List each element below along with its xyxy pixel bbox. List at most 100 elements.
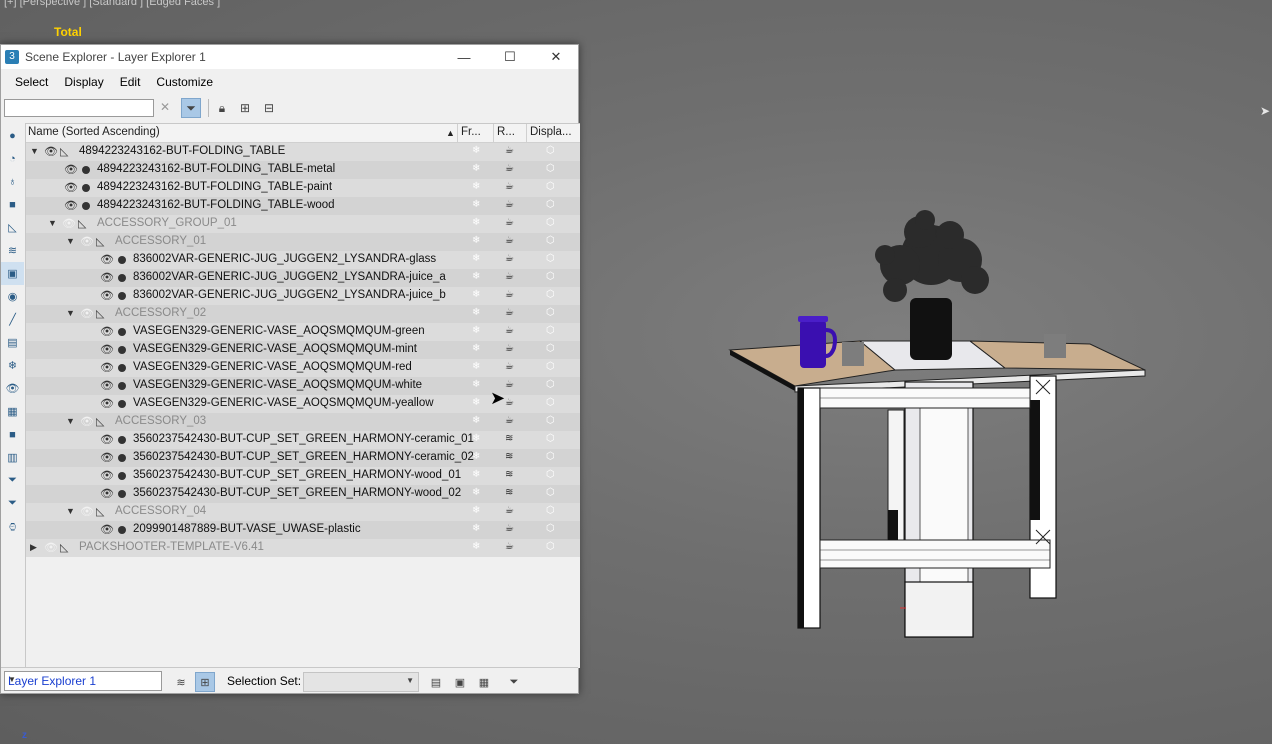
visibility-eye-icon[interactable]: 👁︎ <box>64 163 78 176</box>
tree-row[interactable]: 👁︎ 4894223243162-BUT-FOLDING_TABLE-paint ❄… <box>26 179 580 197</box>
freeze-snowflake-icon[interactable]: ❄ <box>472 433 480 444</box>
sort-by-hierarchy-icon[interactable]: ⊞ <box>195 672 215 692</box>
display-box-icon[interactable]: ⬡ <box>546 379 555 390</box>
display-box-icon[interactable]: ⬡ <box>546 199 555 210</box>
spacewarps-filter-icon[interactable]: ≋ <box>1 239 24 262</box>
render-teapot-icon[interactable]: ☕︎ <box>505 397 514 408</box>
visibility-eye-icon[interactable]: 👁︎ <box>64 199 78 212</box>
freeze-snowflake-icon[interactable]: ❄ <box>472 199 480 210</box>
freeze-snowflake-icon[interactable]: ❄ <box>472 217 480 228</box>
freeze-snowflake-icon[interactable]: ❄ <box>472 415 480 426</box>
expand-arrow-icon[interactable]: ▶ <box>30 542 37 553</box>
render-teapot-icon[interactable]: ☕︎ <box>505 505 514 516</box>
visibility-eye-icon[interactable]: 👁︎ <box>80 505 94 518</box>
visibility-eye-icon[interactable]: 👁︎ <box>44 541 58 554</box>
cameras-filter-icon[interactable]: ■ <box>1 193 24 216</box>
visibility-eye-icon[interactable]: 👁︎ <box>100 343 114 356</box>
freeze-snowflake-icon[interactable]: ❄ <box>472 307 480 318</box>
render-teapot-icon[interactable]: ☕︎ <box>505 523 514 534</box>
collapse-arrow-icon[interactable]: ▼ <box>30 146 39 156</box>
render-teapot-icon[interactable]: ☕︎ <box>505 181 514 192</box>
collapse-arrow-icon[interactable]: ▼ <box>48 218 57 228</box>
search-input[interactable] <box>4 99 154 117</box>
render-stack-icon[interactable]: ≋ <box>505 433 513 444</box>
display-box-icon[interactable]: ⬡ <box>546 415 555 426</box>
filter-funnel-icon[interactable]: ⏷ <box>1 492 24 515</box>
freeze-snowflake-icon[interactable]: ❄ <box>472 253 480 264</box>
display-box-icon[interactable]: ⬡ <box>546 451 555 462</box>
freeze-snowflake-icon[interactable]: ❄ <box>472 523 480 534</box>
display-box-icon[interactable]: ⬡ <box>546 523 555 534</box>
render-teapot-icon[interactable]: ☕︎ <box>505 145 514 156</box>
column-freeze-header[interactable]: Fr... <box>461 126 481 138</box>
minimize-button[interactable]: — <box>441 45 487 69</box>
containers-filter-icon[interactable]: ▤ <box>1 331 24 354</box>
render-teapot-icon[interactable]: ☕︎ <box>505 271 514 282</box>
display-box-icon[interactable]: ⬡ <box>546 253 555 264</box>
display-box-icon[interactable]: ⬡ <box>546 433 555 444</box>
freeze-snowflake-icon[interactable]: ❄ <box>472 505 480 516</box>
display-box-icon[interactable]: ⬡ <box>546 343 555 354</box>
display-box-icon[interactable]: ⬡ <box>546 469 555 480</box>
close-button[interactable]: ✕ <box>533 45 579 69</box>
freeze-snowflake-icon[interactable]: ❄ <box>472 163 480 174</box>
render-teapot-icon[interactable]: ☕︎ <box>505 253 514 264</box>
tree-row[interactable]: 👁︎ VASEGEN329-GENERIC-VASE_AOQSMQMQUM-red… <box>26 359 580 377</box>
freeze-snowflake-icon[interactable]: ❄ <box>472 271 480 282</box>
display-box-icon[interactable]: ⬡ <box>546 541 555 552</box>
tree-row[interactable]: ▼ 👁︎ ◺ ACCESSORY_03 ❄ ☕︎ ⬡ <box>26 413 580 431</box>
visibility-eye-icon[interactable]: 👁︎ <box>100 289 114 302</box>
display-box-icon[interactable]: ⬡ <box>546 271 555 282</box>
freeze-snowflake-icon[interactable]: ❄ <box>472 487 480 498</box>
visibility-eye-icon[interactable]: 👁︎ <box>100 469 114 482</box>
display-box-icon[interactable]: ⬡ <box>546 325 555 336</box>
freeze-snowflake-icon[interactable]: ❄ <box>472 397 480 408</box>
xrefs-filter-icon[interactable]: ◉ <box>1 285 24 308</box>
visibility-eye-icon[interactable]: 👁︎ <box>80 307 94 320</box>
render-teapot-icon[interactable]: ☕︎ <box>505 361 514 372</box>
tree-row[interactable]: ▼ 👁︎ ◺ ACCESSORY_GROUP_01 ❄ ☕︎ ⬡ <box>26 215 580 233</box>
filter-funnel-icon[interactable]: ⏷ <box>504 672 524 692</box>
visibility-eye-icon[interactable]: 👁︎ <box>100 451 114 464</box>
tree-row[interactable]: ▶ 👁︎ ◺ PACKSHOOTER-TEMPLATE-V6.41 ❄ ☕︎ ⬡ <box>26 539 580 557</box>
visibility-eye-icon[interactable]: 👁︎ <box>100 523 114 536</box>
display-none-icon[interactable]: ■ <box>1 423 24 446</box>
selection-set-dropdown[interactable]: ▼ <box>303 672 419 692</box>
tree-row[interactable]: 👁︎ 4894223243162-BUT-FOLDING_TABLE-wood ❄ ☕… <box>26 197 580 215</box>
display-all-icon[interactable]: ▦ <box>1 400 24 423</box>
visibility-eye-icon[interactable]: 👁︎ <box>100 397 114 410</box>
menu-edit[interactable]: Edit <box>120 75 141 89</box>
visibility-eye-icon[interactable]: 👁︎ <box>100 325 114 338</box>
tree-row[interactable]: 👁︎ 836002VAR-GENERIC-JUG_JUGGEN2_LYSANDRA… <box>26 269 580 287</box>
window-titlebar[interactable]: 3 Scene Explorer - Layer Explorer 1 — ☐ … <box>1 45 578 69</box>
render-teapot-icon[interactable]: ☕︎ <box>505 379 514 390</box>
render-teapot-icon[interactable]: ☕︎ <box>505 217 514 228</box>
visibility-eye-icon[interactable]: 👁︎ <box>100 271 114 284</box>
freeze-snowflake-icon[interactable]: ❄ <box>472 235 480 246</box>
sort-by-layer-icon[interactable]: ≋ <box>171 672 191 692</box>
visibility-eye-icon[interactable]: 👁︎ <box>100 433 114 446</box>
create-selection-set-icon[interactable]: ▤ <box>426 672 446 692</box>
collapse-arrow-icon[interactable]: ▼ <box>66 236 75 246</box>
tree-row[interactable]: ▼ 👁︎ ◺ 4894223243162-BUT-FOLDING_TABLE ❄ ☕︎ ⬡ <box>26 143 580 161</box>
display-box-icon[interactable]: ⬡ <box>546 505 555 516</box>
tree-row[interactable]: 👁︎ VASEGEN329-GENERIC-VASE_AOQSMQMQUM-gre… <box>26 323 580 341</box>
maximize-button[interactable]: ☐ <box>487 45 533 69</box>
clock-filter-icon[interactable]: ⌚︎ <box>1 515 24 538</box>
freeze-snowflake-icon[interactable]: ❄ <box>472 541 480 552</box>
geometry-filter-icon[interactable]: ● <box>1 124 24 147</box>
freeze-snowflake-icon[interactable]: ❄ <box>472 343 480 354</box>
column-name-header[interactable]: Name (Sorted Ascending) <box>28 126 160 138</box>
viewport-scene[interactable] <box>720 210 1160 650</box>
display-box-icon[interactable]: ⬡ <box>546 487 555 498</box>
render-stack-icon[interactable]: ≋ <box>505 487 513 498</box>
hierarchy-expand-icon[interactable]: ⊞ <box>235 98 255 118</box>
filter-toggle-button[interactable]: ⏷ <box>181 98 201 118</box>
display-box-icon[interactable]: ⬡ <box>546 145 555 156</box>
filter-options-icon[interactable]: ⏷ <box>1 469 24 492</box>
collapse-arrow-icon[interactable]: ▼ <box>66 506 75 516</box>
visibility-eye-icon[interactable]: 👁︎ <box>80 415 94 428</box>
menu-customize[interactable]: Customize <box>156 75 213 89</box>
tree-row[interactable]: ▼ 👁︎ ◺ ACCESSORY_02 ❄ ☕︎ ⬡ <box>26 305 580 323</box>
freeze-snowflake-icon[interactable]: ❄ <box>472 181 480 192</box>
